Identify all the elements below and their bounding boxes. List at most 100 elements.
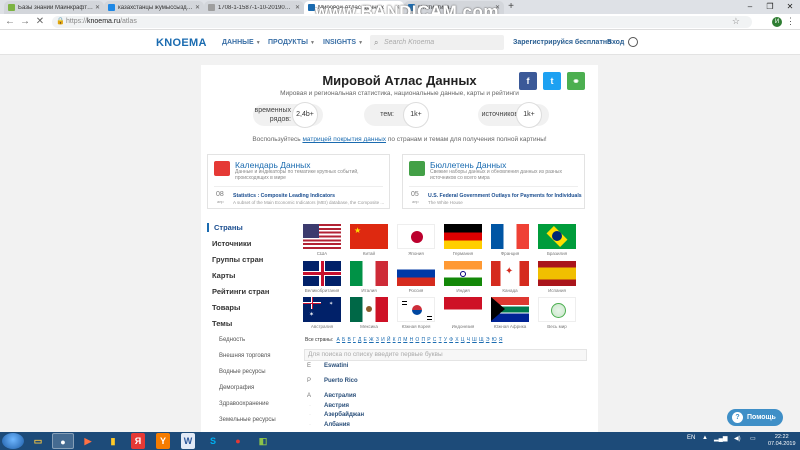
- country-link[interactable]: Австрия: [324, 403, 349, 409]
- yandex-browser-app-icon[interactable]: Y: [156, 433, 170, 449]
- country-link[interactable]: Албания: [324, 422, 350, 428]
- alphabet-letter[interactable]: Т: [439, 337, 442, 343]
- media-app-icon[interactable]: ▶: [77, 433, 99, 449]
- alphabet-letter[interactable]: Ц: [461, 337, 465, 343]
- flag-cn-icon[interactable]: ★: [350, 224, 388, 249]
- knoema-logo[interactable]: KNOEMA: [156, 37, 207, 49]
- tray-arrow-icon[interactable]: ▲: [702, 435, 708, 441]
- menu-dots-icon[interactable]: ⋮: [786, 16, 795, 27]
- flag-es-icon[interactable]: [538, 261, 576, 286]
- flag-br-icon[interactable]: [538, 224, 576, 249]
- flag-name[interactable]: Индонезия: [440, 324, 486, 329]
- minimize-icon[interactable]: –: [740, 0, 760, 14]
- alphabet-letter[interactable]: П: [421, 337, 425, 343]
- topic-water[interactable]: Водные ресурсы: [219, 369, 266, 375]
- alphabet-letter[interactable]: З: [376, 337, 379, 343]
- topic-trade[interactable]: Внешняя торговля: [219, 353, 271, 359]
- flag-name[interactable]: Канада: [487, 288, 533, 293]
- volume-icon[interactable]: ◀): [734, 435, 741, 442]
- alphabet-letter[interactable]: Г: [353, 337, 356, 343]
- flag-name[interactable]: Индия: [440, 288, 486, 293]
- country-link[interactable]: Австралия: [324, 393, 356, 399]
- start-button[interactable]: [2, 433, 24, 449]
- country-filter-input[interactable]: Для поиска по списку введите первые букв…: [304, 349, 587, 361]
- alphabet-letter[interactable]: Л: [398, 337, 401, 343]
- copy-link-icon[interactable]: ⚭: [567, 72, 585, 90]
- alphabet-letter[interactable]: С: [433, 337, 437, 343]
- alphabet-letter[interactable]: Щ: [479, 337, 484, 343]
- alphabet-letter[interactable]: М: [403, 337, 407, 343]
- flag-gb-icon[interactable]: [303, 261, 341, 286]
- alphabet-letter[interactable]: Ф: [449, 337, 453, 343]
- address-bar[interactable]: 🔒 https://knoema.ru/atlas: [52, 16, 752, 28]
- flag-it-icon[interactable]: [350, 261, 388, 286]
- topic-health[interactable]: Здравоохранение: [219, 401, 269, 407]
- back-icon[interactable]: ←: [4, 16, 16, 28]
- viewer-app-icon[interactable]: ◧: [252, 433, 274, 449]
- help-button[interactable]: ? Помощь: [727, 409, 783, 426]
- side-item-maps[interactable]: Карты: [207, 271, 235, 280]
- alphabet-letter[interactable]: Х: [455, 337, 458, 343]
- alphabet-letter[interactable]: Я: [499, 337, 503, 343]
- topic-demography[interactable]: Демография: [219, 385, 254, 391]
- card-item-link[interactable]: U.S. Federal Government Outlays for Paym…: [428, 193, 582, 199]
- flag-world-icon[interactable]: [538, 297, 576, 322]
- close-icon[interactable]: ✕: [195, 4, 200, 11]
- stop-loading-icon[interactable]: ✕: [34, 16, 46, 28]
- language-indicator[interactable]: EN: [687, 435, 695, 441]
- side-item-rankings[interactable]: Рейтинги стран: [207, 287, 269, 296]
- browser-tab[interactable]: 1708-1-1587-1-10-20190131 (1... ✕: [204, 1, 304, 14]
- card-item-link[interactable]: Statistics : Composite Leading Indicator…: [233, 193, 335, 199]
- flag-name[interactable]: Германия: [440, 251, 486, 256]
- topic-land[interactable]: Земельные ресурсы: [219, 417, 276, 423]
- alphabet-letter[interactable]: Ш: [472, 337, 477, 343]
- alphabet-letter[interactable]: Н: [410, 337, 414, 343]
- browser-tab[interactable]: казахстанцы жумыссыздык... ✕: [104, 1, 204, 14]
- files-app-icon[interactable]: ▮: [102, 433, 124, 449]
- flag-name[interactable]: США: [299, 251, 345, 256]
- flag-name[interactable]: Италия: [346, 288, 392, 293]
- flag-kr-icon[interactable]: [397, 297, 435, 322]
- chrome-app-icon[interactable]: ●: [52, 433, 74, 449]
- bandicam-app-icon[interactable]: ●: [227, 433, 249, 449]
- flag-in-icon[interactable]: [444, 261, 482, 286]
- flag-name[interactable]: Великобритания: [299, 288, 345, 293]
- alphabet-letter[interactable]: В: [348, 337, 351, 343]
- alphabet-letter[interactable]: А: [337, 337, 340, 343]
- side-item-country-groups[interactable]: Группы стран: [207, 255, 263, 264]
- flag-name[interactable]: Южная Корея: [393, 324, 439, 329]
- side-item-countries[interactable]: Страны: [207, 223, 243, 232]
- flag-name[interactable]: Испания: [534, 288, 580, 293]
- flag-name[interactable]: Франция: [487, 251, 533, 256]
- explorer-app-icon[interactable]: ▭: [27, 433, 49, 449]
- alphabet-letter[interactable]: Р: [427, 337, 430, 343]
- facebook-share-icon[interactable]: f: [519, 72, 537, 90]
- alphabet-letter[interactable]: Е: [364, 337, 367, 343]
- alphabet-letter[interactable]: К: [393, 337, 396, 343]
- flag-id-icon[interactable]: [444, 297, 482, 322]
- side-item-sources[interactable]: Источники: [207, 239, 251, 248]
- close-icon[interactable]: ✕: [95, 4, 100, 11]
- yandex-app-icon[interactable]: Я: [131, 433, 145, 449]
- alphabet-letter[interactable]: Э: [486, 337, 490, 343]
- network-icon[interactable]: ▂▄▆: [714, 435, 727, 442]
- browser-tab[interactable]: Базы знаний Майнкрафт - ... ✕: [4, 1, 104, 14]
- close-icon[interactable]: ✕: [295, 4, 300, 11]
- site-search-input[interactable]: ⌕ Search Knoema: [370, 35, 504, 50]
- flag-au-icon[interactable]: ✶ ✶: [303, 297, 341, 322]
- nav-insights[interactable]: INSIGHTS ▼: [323, 39, 363, 46]
- flag-name[interactable]: Япония: [393, 251, 439, 256]
- flag-name[interactable]: Россия: [393, 288, 439, 293]
- skype-app-icon[interactable]: S: [202, 433, 224, 449]
- flag-name[interactable]: Австралия: [299, 324, 345, 329]
- country-link[interactable]: Eswatini: [324, 363, 348, 369]
- profile-avatar[interactable]: И: [772, 17, 782, 27]
- data-bulletin-card[interactable]: Бюллетень Данных Свежие наборы данных и …: [402, 154, 585, 209]
- register-link[interactable]: Зарегистрируйся бесплатно: [513, 39, 611, 46]
- topic-poverty[interactable]: Бедность: [219, 337, 245, 343]
- flag-de-icon[interactable]: [444, 224, 482, 249]
- flag-ru-icon[interactable]: [397, 261, 435, 286]
- data-calendar-card[interactable]: Календарь Данных Данные и индикаторы по …: [207, 154, 390, 209]
- side-item-topics[interactable]: Темы: [207, 319, 232, 328]
- twitter-share-icon[interactable]: t: [543, 72, 561, 90]
